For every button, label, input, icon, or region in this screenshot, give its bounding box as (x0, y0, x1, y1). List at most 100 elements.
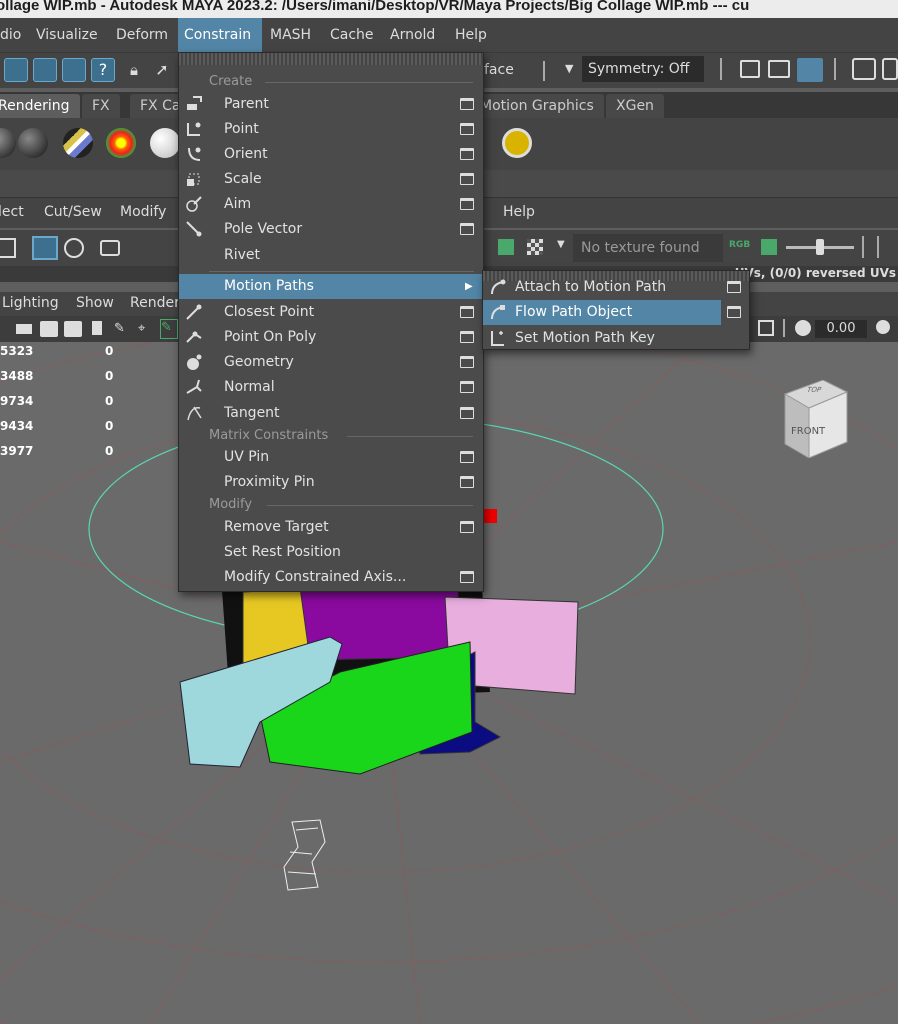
option-box-icon[interactable] (460, 306, 474, 318)
tab-rendering[interactable]: Rendering (0, 94, 80, 118)
texture-dropdown[interactable]: No texture found (573, 234, 723, 262)
resolution-gate-icon[interactable] (758, 320, 774, 336)
shader-ball-icon[interactable] (18, 128, 48, 158)
menu-show[interactable]: Show (76, 295, 114, 311)
chevron-down-icon[interactable]: ▼ (565, 62, 573, 75)
menu-item-point[interactable]: Point (179, 117, 483, 142)
lock-icon[interactable]: 🔒︎ (122, 58, 146, 82)
menu-lighting[interactable]: Lighting (2, 295, 59, 311)
uv-grid-icon[interactable] (32, 236, 58, 260)
bake-icon[interactable] (502, 128, 532, 158)
view-cube-top-label[interactable]: TOP (806, 386, 823, 394)
tab-xgen[interactable]: XGen (606, 94, 664, 118)
menu-item-orient[interactable]: Orient (179, 142, 483, 167)
option-box-icon[interactable] (460, 521, 474, 533)
menu-item-pole-vector[interactable]: Pole Vector (179, 217, 483, 242)
menu-mash[interactable]: MASH (264, 18, 317, 52)
select-cursor-icon[interactable]: ➚ (150, 58, 174, 82)
help-icon[interactable]: ? (91, 58, 115, 82)
option-box-icon[interactable] (460, 331, 474, 343)
select-component-icon[interactable] (62, 58, 86, 82)
view-cube[interactable]: TOP FRONT (783, 379, 849, 459)
white-shader-icon[interactable] (150, 128, 180, 158)
gamma-icon[interactable] (876, 320, 890, 334)
exposure-slider-handle[interactable] (816, 239, 824, 255)
menu-deform[interactable]: Deform (110, 18, 174, 52)
option-box-icon[interactable] (727, 281, 741, 293)
menu-studio[interactable]: dio (0, 18, 27, 52)
menu-select[interactable]: lect (0, 204, 24, 220)
ramp-shader-icon[interactable] (106, 128, 136, 158)
option-box-icon[interactable] (460, 98, 474, 110)
brush-icon[interactable]: ✎ (160, 319, 178, 339)
option-box-icon[interactable] (460, 123, 474, 135)
open-render-view-icon[interactable] (740, 60, 760, 78)
grid-icon[interactable] (0, 238, 16, 258)
render-settings-icon[interactable] (852, 58, 876, 80)
rgb-channel-icon[interactable]: RGB (729, 240, 750, 250)
menu-item-set-rest-position[interactable]: Set Rest Position (179, 540, 483, 565)
menu-item-point-on-poly[interactable]: Point On Poly (179, 325, 483, 350)
isolate-icon[interactable] (64, 238, 84, 258)
menu-item-attach-to-motion-path[interactable]: Attach to Motion Path (483, 275, 721, 300)
option-box-icon[interactable] (460, 223, 474, 235)
option-box-icon[interactable] (460, 148, 474, 160)
camera-icon[interactable] (16, 324, 32, 334)
menu-item-rivet[interactable]: Rivet (179, 243, 483, 268)
tab-fx[interactable]: FX (82, 94, 120, 118)
exposure-value-field[interactable]: 0.00 (815, 320, 867, 338)
xray-icon[interactable]: ⌖ (138, 321, 154, 337)
render-frame-icon[interactable] (768, 60, 790, 78)
option-box-icon[interactable] (460, 198, 474, 210)
tab-motion-graphics[interactable]: Motion Graphics (470, 94, 604, 118)
snapshot-icon[interactable] (100, 240, 120, 256)
option-box-icon[interactable] (727, 306, 741, 318)
symmetry-dropdown[interactable]: Symmetry: Off (582, 56, 704, 82)
menu-item-aim[interactable]: Aim (179, 192, 483, 217)
option-box-icon[interactable] (460, 356, 474, 368)
selected-object-marker[interactable] (483, 509, 497, 523)
exposure-icon[interactable] (795, 320, 811, 336)
menu-item-modify-constrained-axis[interactable]: Modify Constrained Axis... (179, 565, 483, 590)
menu-cache[interactable]: Cache (324, 18, 380, 52)
menu-uv-help[interactable]: Help (503, 204, 535, 220)
option-box-icon[interactable] (460, 476, 474, 488)
option-box-icon[interactable] (460, 381, 474, 393)
menu-item-tangent[interactable]: Tangent (179, 401, 483, 426)
paint-icon[interactable]: ✎ (114, 321, 130, 337)
menu-item-parent[interactable]: Parent (179, 92, 483, 117)
image-icon[interactable] (761, 239, 777, 255)
menu-cut-sew[interactable]: Cut/Sew (44, 204, 102, 220)
menu-item-remove-target[interactable]: Remove Target (179, 515, 483, 540)
option-box-icon[interactable] (460, 173, 474, 185)
menu-item-scale[interactable]: Scale (179, 167, 483, 192)
menu-modify[interactable]: Modify (120, 204, 166, 220)
texture-image-icon[interactable] (498, 239, 514, 255)
menu-item-set-motion-path-key[interactable]: Set Motion Path Key (483, 326, 721, 351)
menu-item-normal[interactable]: Normal (179, 375, 483, 400)
striped-shader-icon[interactable] (63, 128, 93, 158)
shadow-icon[interactable] (64, 321, 82, 337)
checker-icon[interactable] (527, 239, 543, 255)
hypershade-icon[interactable] (882, 58, 898, 80)
menu-item-proximity-pin[interactable]: Proximity Pin (179, 470, 483, 495)
menu-arnold[interactable]: Arnold (384, 18, 441, 52)
menu-constrain[interactable]: Constrain (178, 18, 262, 52)
select-hierarchy-icon[interactable] (4, 58, 28, 82)
menu-item-geometry[interactable]: Geometry (179, 350, 483, 375)
menu-item-flow-path-object[interactable]: Flow Path Object (483, 300, 721, 325)
option-box-icon[interactable] (460, 571, 474, 583)
menu-item-uv-pin[interactable]: UV Pin (179, 445, 483, 470)
menu-renderer[interactable]: Render (130, 295, 180, 311)
building-collage[interactable] (179, 562, 579, 775)
menu-visualize[interactable]: Visualize (30, 18, 104, 52)
select-object-icon[interactable] (33, 58, 57, 82)
option-box-icon[interactable] (460, 407, 474, 419)
light-icon[interactable] (40, 321, 58, 337)
view-cube-front-label[interactable]: FRONT (791, 426, 825, 437)
menu-item-motion-paths[interactable]: Motion Paths ▶ (179, 274, 483, 299)
tear-off-handle[interactable] (179, 53, 483, 65)
menu-help[interactable]: Help (449, 18, 493, 52)
menu-item-closest-point[interactable]: Closest Point (179, 300, 483, 325)
option-box-icon[interactable] (460, 451, 474, 463)
